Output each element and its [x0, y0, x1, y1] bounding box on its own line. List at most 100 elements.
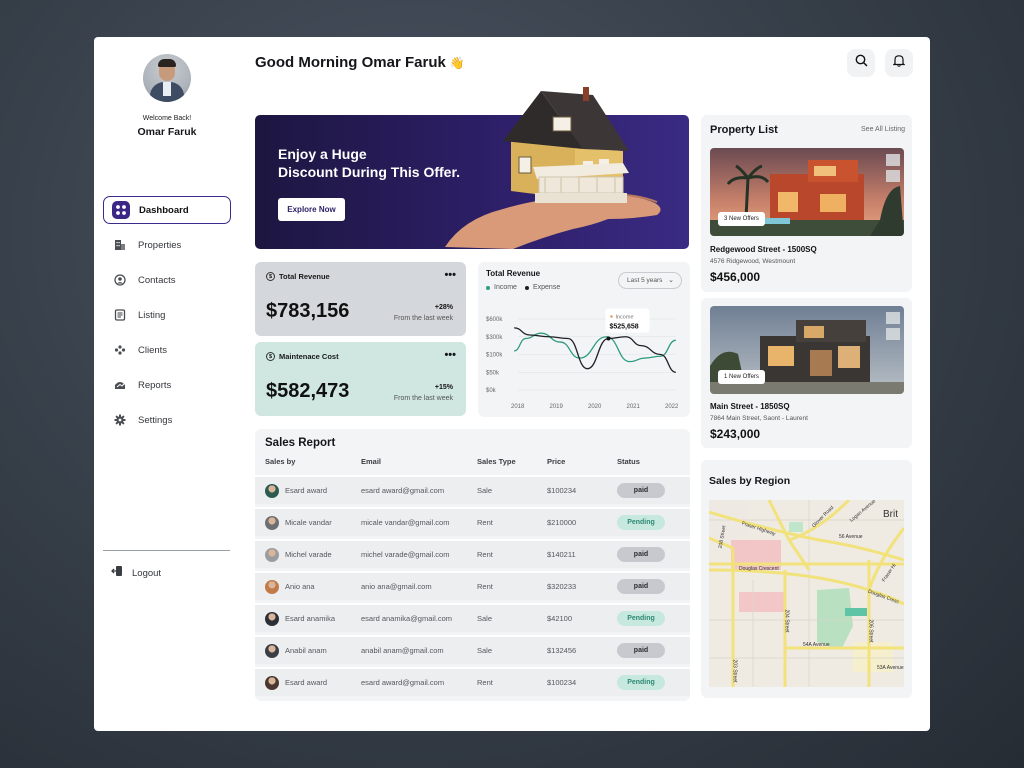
x-tick-label: 2018 — [511, 404, 525, 410]
y-tick-label: $600k — [486, 317, 503, 323]
avatar — [265, 612, 279, 626]
tooltip-label: Income — [615, 315, 633, 321]
logout-icon — [111, 564, 123, 582]
sidebar-item-reports[interactable]: Reports — [103, 371, 231, 399]
sales-by-cell: Michel varade — [285, 550, 332, 559]
stat-amount: $783,156 — [266, 300, 350, 322]
sales-type-cell: Sale — [477, 646, 493, 655]
sales-by-cell: Esard anamika — [285, 614, 336, 623]
logout-label: Logout — [132, 567, 162, 579]
region-map[interactable]: Brit Fraser Highway Glover Road Logan Av… — [709, 500, 904, 687]
sidebar-item-clients[interactable]: Clients — [103, 336, 231, 364]
sidebar-item-label: Settings — [138, 414, 173, 426]
avatar — [265, 484, 279, 498]
sidebar-item-properties[interactable]: Properties — [103, 231, 231, 259]
column-header[interactable]: Email — [361, 457, 381, 466]
status-badge: paid — [617, 483, 665, 498]
y-tick-label: $300k — [486, 335, 503, 341]
maintenance-cost-card: $ Maintenace Cost ••• $582,473 +15% From… — [255, 342, 466, 416]
sidebar-item-contacts[interactable]: Contacts — [103, 266, 231, 294]
building-icon — [111, 236, 129, 254]
promo-banner: Enjoy a Huge Discount During This Offer.… — [255, 87, 689, 249]
email-cell: anabil anam@gmail.com — [361, 646, 444, 655]
dollar-coin-icon: $ — [266, 272, 275, 281]
more-options-icon[interactable]: ••• — [444, 269, 456, 281]
revenue-line-chart: $0k $50k $100k $300k $600k 2018 2019 2020 2021 20… — [486, 308, 679, 410]
y-tick-label: $50k — [486, 370, 500, 376]
table-row[interactable]: Esard award esard award@gmail.com Rent $100… — [255, 667, 690, 696]
email-cell: esard award@gmail.com — [361, 678, 445, 687]
map-label: 53A Avenue — [877, 665, 904, 671]
more-options-icon[interactable]: ••• — [444, 349, 456, 361]
list-icon — [111, 306, 129, 324]
column-header[interactable]: Status — [617, 457, 640, 466]
clients-icon — [111, 341, 129, 359]
logout-button[interactable]: Logout — [111, 563, 161, 583]
avatar — [265, 548, 279, 562]
stat-label: Total Revenue — [279, 272, 330, 281]
property-name[interactable]: Redgewood Street - 1500SQ — [710, 245, 817, 254]
email-cell: esard award@gmail.com — [361, 486, 445, 495]
sidebar-item-label: Clients — [138, 344, 168, 356]
sales-by-cell: Anio ana — [285, 582, 315, 591]
property-list-card-2: 1 New Offers Main Street - 1850SQ 7864 M… — [701, 298, 912, 448]
property-price: $243,000 — [710, 427, 761, 441]
property-image[interactable]: 3 New Offers — [710, 148, 904, 236]
sales-type-cell: Rent — [477, 678, 493, 687]
property-address: 4576 Ridgewood, Westmount — [710, 258, 796, 265]
price-cell: $320233 — [547, 582, 577, 591]
total-revenue-chart-card: Total Revenue Income Expense Last 5 year… — [478, 262, 690, 417]
avatar — [265, 516, 279, 530]
total-revenue-card: $ Total Revenue ••• $783,156 +28% From t… — [255, 262, 466, 336]
table-row[interactable]: Anabil anam anabil anam@gmail.com Sale $132… — [255, 635, 690, 664]
property-price: $456,000 — [710, 270, 761, 284]
price-cell: $140211 — [547, 550, 576, 559]
sidebar-item-label: Reports — [138, 379, 172, 391]
sidebar-divider — [103, 550, 230, 551]
column-header[interactable]: Sales Type — [477, 457, 516, 466]
map-label: 203 Street — [731, 659, 738, 683]
y-tick-label: $100k — [486, 353, 503, 359]
app-window: Welcome Back! Omar Faruk Dashboard Prope… — [94, 37, 930, 731]
search-button[interactable] — [847, 49, 875, 77]
avatar — [265, 644, 279, 658]
explore-now-button[interactable]: Explore Now — [278, 198, 345, 221]
sales-report-title: Sales Report — [265, 437, 336, 449]
map-label: 56 Avenue — [839, 534, 863, 540]
table-row[interactable]: Micale vandar micale vandar@gmail.com Rent… — [255, 507, 690, 536]
table-row[interactable]: Michel varade michel varade@gmail.com Rent… — [255, 539, 690, 568]
notifications-button[interactable] — [885, 49, 913, 77]
avatar[interactable] — [143, 54, 191, 102]
property-list-title: Property List — [710, 124, 778, 136]
stat-label: Maintenace Cost — [279, 352, 339, 361]
property-name[interactable]: Main Street - 1850SQ — [710, 402, 790, 411]
greeting-text: Good Morning Omar Faruk — [255, 54, 446, 71]
price-cell: $100234 — [547, 678, 577, 687]
email-cell: micale vandar@gmail.com — [361, 518, 450, 527]
search-icon — [855, 54, 868, 72]
table-row[interactable]: Esard award esard award@gmail.com Sale $100… — [255, 475, 690, 504]
sidebar-item-dashboard[interactable]: Dashboard — [103, 196, 231, 224]
avatar — [265, 676, 279, 690]
sidebar-item-settings[interactable]: Settings — [103, 406, 231, 434]
y-tick-label: $0k — [486, 388, 497, 394]
column-header[interactable]: Price — [547, 457, 565, 466]
house-on-hand-illustration — [445, 87, 661, 249]
sidebar-item-label: Contacts — [138, 274, 176, 286]
bell-icon — [892, 54, 906, 72]
property-list-card: Property List See All Listing 3 New Offe… — [701, 115, 912, 292]
table-row[interactable]: Esard anamika esard anamika@gmail.com Sale… — [255, 603, 690, 632]
x-tick-label: 2021 — [627, 404, 641, 410]
sales-type-cell: Rent — [477, 518, 493, 527]
column-header[interactable]: Sales by — [265, 457, 295, 466]
x-tick-label: 2020 — [588, 404, 602, 410]
map-label: Brit — [883, 509, 898, 520]
tooltip-value: $525,658 — [609, 324, 638, 331]
sales-type-cell: Rent — [477, 550, 493, 559]
price-cell: $100234 — [547, 486, 577, 495]
see-all-listing-link[interactable]: See All Listing — [861, 126, 905, 133]
sidebar-item-listing[interactable]: Listing — [103, 301, 231, 329]
table-row[interactable]: Anio ana anio ana@gmail.com Rent $320233 pai… — [255, 571, 690, 600]
property-image[interactable]: 1 New Offers — [710, 306, 904, 394]
x-tick-label: 2019 — [550, 404, 564, 410]
